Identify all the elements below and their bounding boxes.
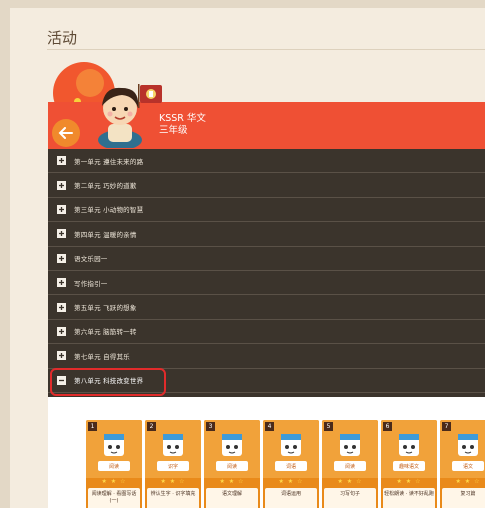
unit-list: 第一单元 遵住未来的路 第二单元 巧妙的道歉 第三单元 小动物的智慧 第四单元 … [48, 149, 485, 397]
unit-item[interactable]: 第二单元 巧妙的道歉 [48, 173, 485, 198]
plus-icon [57, 351, 66, 361]
unit-item[interactable]: 第五单元 飞跃的想象 [48, 295, 485, 320]
activity-cards: 1 阅读 ★ ★ ☆ 阅读理解 · 看图写话 (一) 2 识字 ★ ★ ☆ 辨认… [86, 420, 485, 508]
card-title: 习写句子 [324, 488, 376, 508]
activity-area: 1 阅读 ★ ★ ☆ 阅读理解 · 看图写话 (一) 2 识字 ★ ★ ☆ 辨认… [48, 397, 485, 508]
card-number: 4 [265, 422, 274, 431]
plus-icon [57, 302, 66, 312]
course-header: KSSR 华文 三年级 [48, 52, 485, 150]
activity-card[interactable]: 2 识字 ★ ★ ☆ 辨认生字 · 识字填充 [145, 420, 201, 508]
activity-panel: 活动 KSSR 华文 三年级 第一单元 遵住未来的路 第二单元 巧妙的道歉 第三… [10, 8, 485, 508]
notebook-icon [394, 430, 424, 460]
card-tag: 趣味语文 [393, 461, 425, 471]
unit-label: 第三单元 小动物的智慧 [74, 206, 144, 215]
title-divider [47, 49, 485, 50]
card-stars: ★ ★ ☆ [337, 478, 363, 485]
unit-label: 写作指引一 [74, 279, 108, 288]
course-name: KSSR 华文 [159, 113, 206, 124]
card-title: 轻松朗读 · 读不好乱跑 [383, 488, 435, 508]
plus-icon [57, 156, 66, 166]
page-title: 活动 [47, 29, 78, 47]
card-title: 阅读理解 · 看图写话 (一) [88, 488, 140, 508]
card-number: 1 [88, 422, 97, 431]
card-stars: ★ ★ ☆ [396, 478, 422, 485]
activity-card[interactable]: 1 阅读 ★ ★ ☆ 阅读理解 · 看图写话 (一) [86, 420, 142, 508]
unit-label: 第一单元 遵住未来的路 [74, 157, 144, 166]
card-number: 7 [442, 422, 451, 431]
unit-item[interactable]: 第六单元 脑筋转一转 [48, 320, 485, 345]
notebook-icon [276, 430, 306, 460]
card-tag: 阅读 [216, 461, 248, 471]
activity-card[interactable]: 3 阅读 ★ ★ ☆ 语文理解 [204, 420, 260, 508]
unit-item[interactable]: 第七单元 自得其乐 [48, 344, 485, 369]
unit-label: 第四单元 温暖的亲情 [74, 230, 137, 239]
activity-card[interactable]: 7 语文 ★ ★ ☆ 复习篇 [440, 420, 485, 508]
unit-label: 语文乐园一 [74, 255, 108, 264]
card-tag: 阅读 [98, 461, 130, 471]
unit-item[interactable]: 语文乐园一 [48, 247, 485, 271]
course-info: KSSR 华文 三年级 [159, 113, 206, 137]
card-title: 语文理解 [206, 488, 258, 508]
card-number: 2 [147, 422, 156, 431]
unit-label: 第七单元 自得其乐 [74, 352, 130, 361]
plus-icon [57, 204, 66, 214]
unit-label: 第二单元 巧妙的道歉 [74, 182, 137, 191]
card-number: 5 [324, 422, 333, 431]
unit-item[interactable]: 第四单元 温暖的亲情 [48, 222, 485, 247]
card-stars: ★ ★ ☆ [219, 478, 245, 485]
plus-icon [57, 253, 66, 263]
course-grade: 三年级 [159, 125, 188, 136]
card-title: 词语运用 [265, 488, 317, 508]
unit-item[interactable]: 第三单元 小动物的智慧 [48, 198, 485, 223]
card-title: 辨认生字 · 识字填充 [147, 488, 199, 508]
back-button[interactable] [52, 119, 80, 147]
card-tag: 阅读 [334, 461, 366, 471]
plus-icon [57, 278, 66, 288]
card-stars: ★ ★ ☆ [455, 478, 481, 485]
flag-icon [136, 82, 164, 108]
notebook-icon [335, 430, 365, 460]
notebook-icon [217, 430, 247, 460]
course-card: KSSR 华文 三年级 第一单元 遵住未来的路 第二单元 巧妙的道歉 第三单元 … [48, 52, 485, 508]
card-tag: 识字 [157, 461, 189, 471]
notebook-icon [99, 430, 129, 460]
card-number: 6 [383, 422, 392, 431]
card-tag: 语文 [452, 461, 484, 471]
plus-icon [57, 180, 66, 190]
back-arrow-icon [58, 127, 73, 139]
plus-icon [57, 229, 66, 239]
notebook-icon [453, 430, 483, 460]
card-stars: ★ ★ ☆ [160, 478, 186, 485]
card-title: 复习篇 [442, 488, 485, 508]
selection-highlight [50, 368, 166, 396]
card-tag: 词语 [275, 461, 307, 471]
unit-label: 第五单元 飞跃的想象 [74, 304, 137, 313]
card-stars: ★ ★ ☆ [101, 478, 127, 485]
unit-item[interactable]: 写作指引一 [48, 271, 485, 296]
unit-item[interactable]: 第一单元 遵住未来的路 [48, 149, 485, 174]
activity-card[interactable]: 6 趣味语文 ★ ★ ☆ 轻松朗读 · 读不好乱跑 [381, 420, 437, 508]
card-number: 3 [206, 422, 215, 431]
activity-card[interactable]: 5 阅读 ★ ★ ☆ 习写句子 [322, 420, 378, 508]
plus-icon [57, 326, 66, 336]
unit-label: 第六单元 脑筋转一转 [74, 328, 137, 337]
notebook-icon [158, 430, 188, 460]
card-stars: ★ ★ ☆ [278, 478, 304, 485]
activity-card[interactable]: 4 词语 ★ ★ ☆ 词语运用 [263, 420, 319, 508]
